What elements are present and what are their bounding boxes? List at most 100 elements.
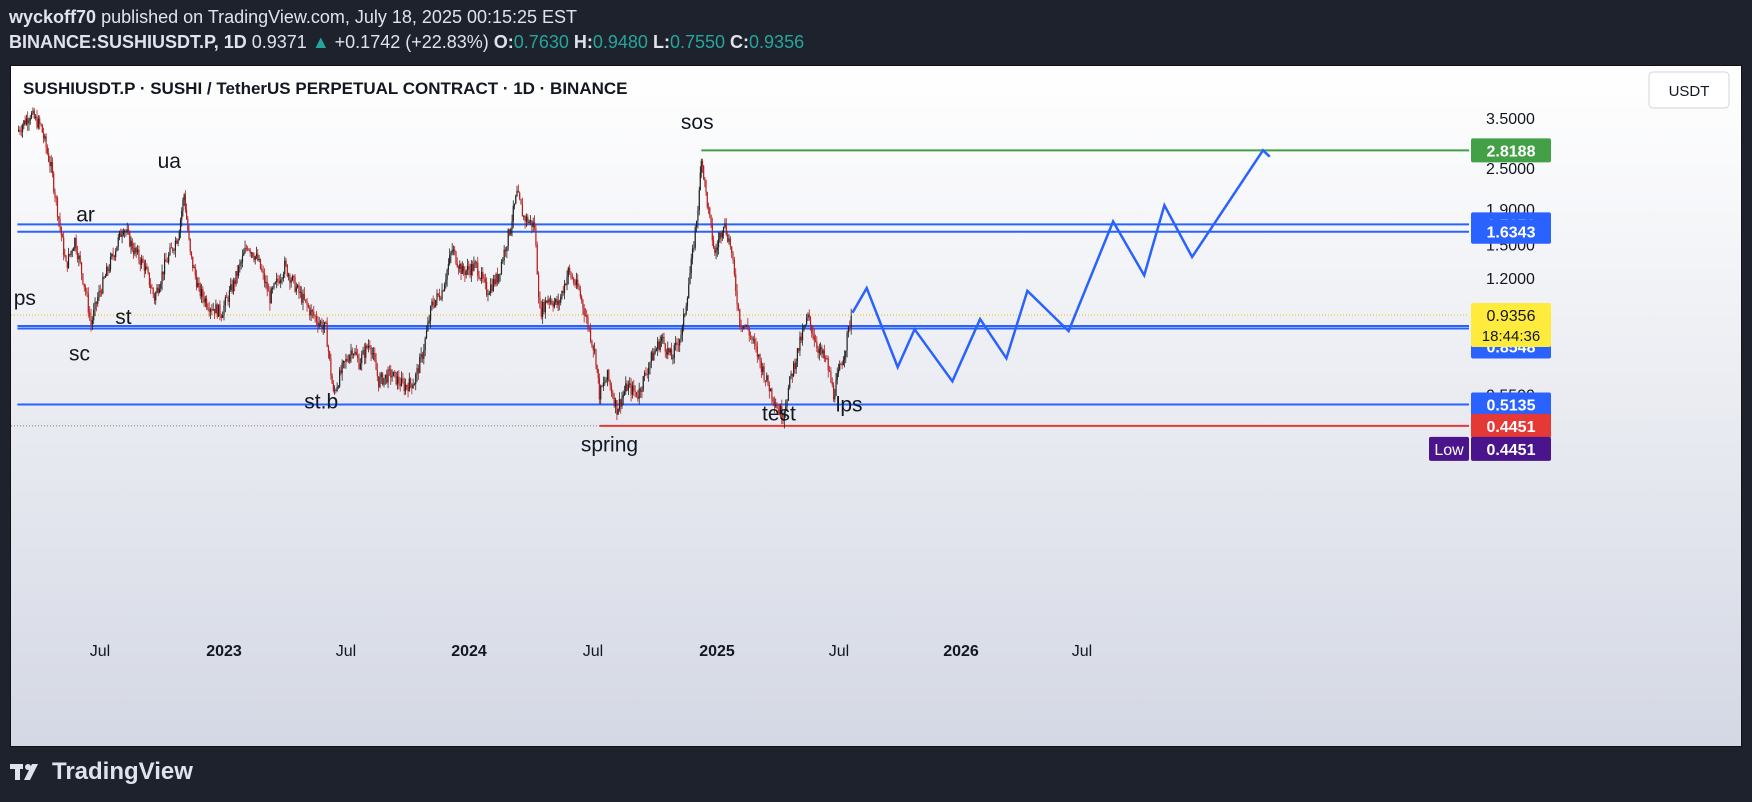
high-label: H:	[573, 32, 593, 52]
candle-body	[706, 192, 708, 208]
candle-body	[830, 371, 832, 383]
candle-body	[574, 282, 576, 286]
candle-body	[642, 376, 644, 390]
candle-body	[147, 269, 149, 273]
candle-body	[349, 355, 351, 362]
candle-body	[207, 307, 209, 309]
candle-body	[408, 378, 410, 392]
candle-body	[433, 305, 436, 307]
y-tick-label: 3.5000	[1486, 111, 1535, 128]
candle-body	[396, 376, 399, 385]
candle-body	[440, 298, 442, 300]
candle-body	[584, 315, 587, 317]
candle-body	[747, 325, 749, 330]
y-tick-label: 1.2000	[1486, 271, 1535, 288]
candle-body	[227, 297, 229, 302]
candle-body	[118, 231, 121, 238]
candle-body	[419, 356, 421, 374]
candle-body	[740, 325, 742, 327]
candle-body	[125, 230, 127, 232]
tradingview-logo[interactable]: TradingView	[10, 758, 193, 786]
candle-body	[531, 220, 533, 227]
candle-body	[303, 293, 305, 300]
candle-body	[416, 368, 418, 375]
candle-body	[36, 116, 38, 128]
author-name[interactable]: wyckoff70	[9, 7, 96, 27]
candle-body	[520, 199, 522, 205]
candle-body	[423, 350, 425, 359]
candle-body	[146, 266, 148, 270]
chart-frame[interactable]: ps sc ar st ua st.b sos spring test lps 3.5000 2.5…	[10, 65, 1742, 747]
candle-body	[487, 294, 489, 296]
candle-body	[329, 351, 331, 359]
candle-body	[160, 283, 162, 289]
candle-body	[66, 261, 68, 268]
candle-body	[571, 277, 573, 279]
candle-body	[369, 345, 371, 348]
candle-body	[667, 347, 669, 355]
candle-body	[766, 375, 768, 381]
candle-body	[477, 262, 479, 276]
candle-body	[232, 280, 235, 292]
candle-body	[629, 383, 631, 385]
candle-body	[219, 304, 221, 316]
candle-body	[787, 387, 789, 401]
candle-body	[107, 266, 109, 271]
candle-body	[459, 264, 461, 269]
candle-body	[837, 369, 840, 374]
candle-body	[577, 279, 579, 288]
candle-body	[197, 282, 199, 288]
candle-body	[220, 315, 222, 318]
candle-body	[53, 173, 55, 192]
candle-body	[56, 198, 59, 217]
candle-body	[712, 240, 715, 248]
candle-body	[188, 230, 190, 239]
candle-body	[652, 352, 654, 361]
symbol-name[interactable]: BINANCE:SUSHIUSDT.P, 1D	[9, 32, 247, 52]
candle-body	[539, 297, 541, 308]
candle-body	[161, 271, 163, 284]
annotation-ua: ua	[158, 150, 182, 173]
candle-body	[372, 353, 375, 354]
candle-body	[313, 311, 315, 316]
candle-body	[609, 380, 611, 386]
candle-body	[85, 287, 87, 292]
candle-body	[282, 273, 285, 279]
candle-body	[846, 332, 848, 351]
candle-body	[274, 282, 276, 284]
candle-body	[663, 337, 665, 344]
candle-body	[93, 309, 95, 320]
candle-body	[157, 287, 159, 293]
candle-body	[162, 271, 164, 275]
candle-body	[236, 271, 238, 276]
candle-body	[484, 278, 486, 282]
candle-body	[790, 373, 792, 377]
candle-body	[659, 341, 661, 350]
candle-body	[705, 180, 707, 193]
candle-body	[339, 370, 341, 387]
candle-body	[645, 372, 647, 375]
candle-body	[737, 304, 740, 309]
candle-body	[660, 337, 663, 342]
price-chart[interactable]: ps sc ar st ua st.b sos spring test lps 3.5000 2.5…	[11, 66, 1741, 746]
candle-body	[337, 386, 339, 388]
candle-body	[345, 358, 347, 362]
candle-body	[122, 232, 125, 235]
candle-body	[28, 120, 30, 124]
candle-body	[366, 345, 368, 348]
candle-body	[451, 249, 453, 253]
candle-body	[244, 247, 246, 253]
candle-body	[464, 271, 466, 275]
candle-body	[99, 290, 101, 292]
candle-body	[126, 229, 128, 232]
candle-body	[635, 391, 638, 397]
candle-body	[798, 348, 800, 351]
chart-title: SUSHIUSDT.P · SUSHI / TetherUS PERPETUAL…	[23, 79, 628, 98]
candle-body	[145, 266, 147, 271]
candle-body	[488, 292, 490, 295]
candle-body	[189, 238, 191, 252]
candle-body	[648, 367, 650, 375]
level-tag-6: 0.4451	[1487, 419, 1536, 436]
candle-body	[563, 283, 566, 294]
candle-body	[480, 271, 483, 280]
